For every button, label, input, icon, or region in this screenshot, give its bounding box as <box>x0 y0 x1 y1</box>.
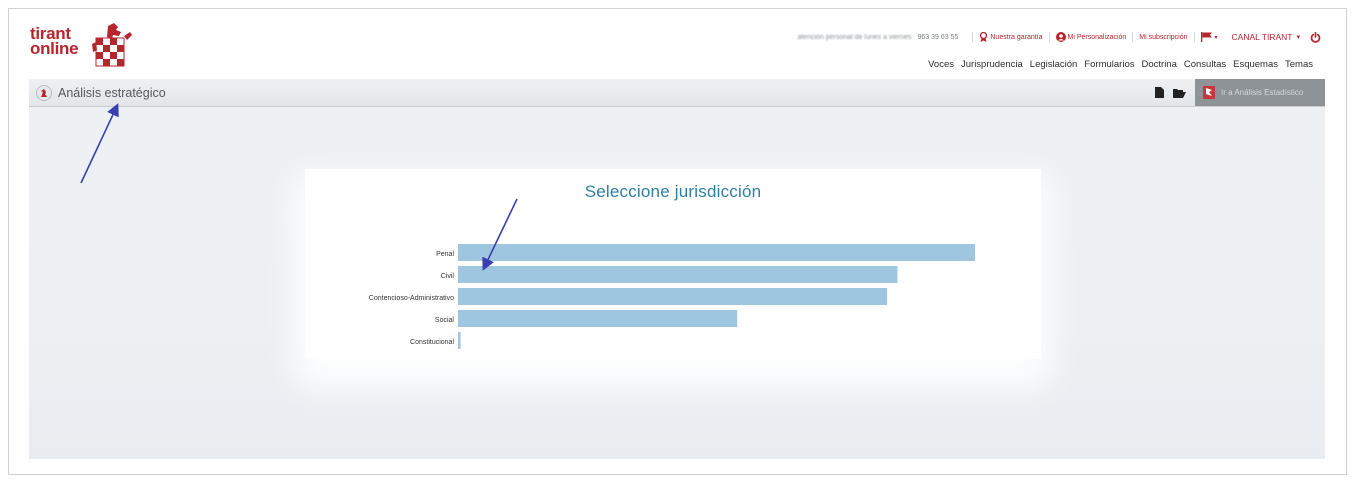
language-flag-dropdown[interactable]: ▾ <box>1200 32 1218 42</box>
personalizacion-link[interactable]: Mi Personalización <box>1055 32 1126 42</box>
analysis-logo-icon <box>1203 86 1215 99</box>
chevron-down-icon: ▾ <box>1214 34 1218 41</box>
award-ribbon-icon <box>980 32 988 42</box>
bar-penal[interactable] <box>458 244 975 261</box>
bar-constitucional[interactable] <box>458 332 461 349</box>
phone-number: 963 39 63 55 <box>917 33 959 41</box>
subscripcion-link[interactable]: Mi subscripción <box>1139 34 1187 41</box>
jurisdiction-chart-panel: Seleccione jurisdicción Penal Civil Conten… <box>305 169 1041 359</box>
contact-hours-text: atención personal de lunes a viernes <box>797 33 912 41</box>
tirant-online-logo[interactable]: tirant online <box>30 22 140 74</box>
garantia-link[interactable]: Nuestra garantía <box>979 32 1043 42</box>
category-label-civil: Civil <box>441 273 455 280</box>
content-area: Seleccione jurisdicción Penal Civil Conten… <box>29 107 1325 459</box>
top-utility-bar: atención personal de lunes a viernes 963… <box>797 29 1321 45</box>
section-toolbar: Análisis estratégico Ir a Análisis Estad… <box>29 79 1325 107</box>
category-label-contencioso-administrativo: Contencioso-Administrativo <box>369 295 454 302</box>
bar-civil[interactable] <box>458 266 898 283</box>
nav-formularios[interactable]: Formularios <box>1084 59 1134 70</box>
nav-temas[interactable]: Temas <box>1285 59 1313 70</box>
divider <box>972 32 974 42</box>
nav-esquemas[interactable]: Esquemas <box>1233 59 1278 70</box>
power-icon[interactable] <box>1310 31 1321 43</box>
flag-icon <box>1200 32 1212 42</box>
logo-wordmark: tirant online <box>30 24 79 58</box>
nav-doctrina[interactable]: Doctrina <box>1142 59 1177 70</box>
nav-consultas[interactable]: Consultas <box>1184 59 1226 70</box>
main-nav: Voces Jurisprudencia Legislación Formula… <box>928 59 1313 70</box>
bar-contencioso-administrativo[interactable] <box>458 288 888 305</box>
folder-open-icon[interactable] <box>1173 88 1186 98</box>
category-label-penal: Penal <box>436 251 454 258</box>
nav-jurisprudencia[interactable]: Jurisprudencia <box>961 59 1023 70</box>
bar-social[interactable] <box>458 310 738 327</box>
canal-tirant-dropdown[interactable]: CANAL TIRANT ▾ <box>1232 31 1321 43</box>
category-label-social: Social <box>435 317 455 324</box>
page-title: Análisis estratégico <box>58 86 166 100</box>
user-circle-icon <box>1055 32 1066 42</box>
divider <box>1193 32 1195 42</box>
chevron-down-icon: ▾ <box>1296 34 1300 41</box>
strategy-chess-icon <box>36 85 52 101</box>
toolbar-actions: Ir a Análisis Estadístico <box>1155 79 1325 106</box>
document-icon[interactable] <box>1155 87 1164 98</box>
section-title: Análisis estratégico <box>36 85 166 101</box>
category-label-constitucional: Constitucional <box>410 339 454 346</box>
jurisdiction-bar-chart: Penal Civil Contencioso-Administrativo Soci… <box>369 244 975 349</box>
divider <box>1132 32 1134 42</box>
nav-legislacion[interactable]: Legislación <box>1030 59 1078 70</box>
divider <box>1048 32 1050 42</box>
go-to-statistical-analysis-button[interactable]: Ir a Análisis Estadístico <box>1195 79 1325 106</box>
knight-emblem-icon <box>92 23 132 67</box>
nav-voces[interactable]: Voces <box>928 59 954 70</box>
